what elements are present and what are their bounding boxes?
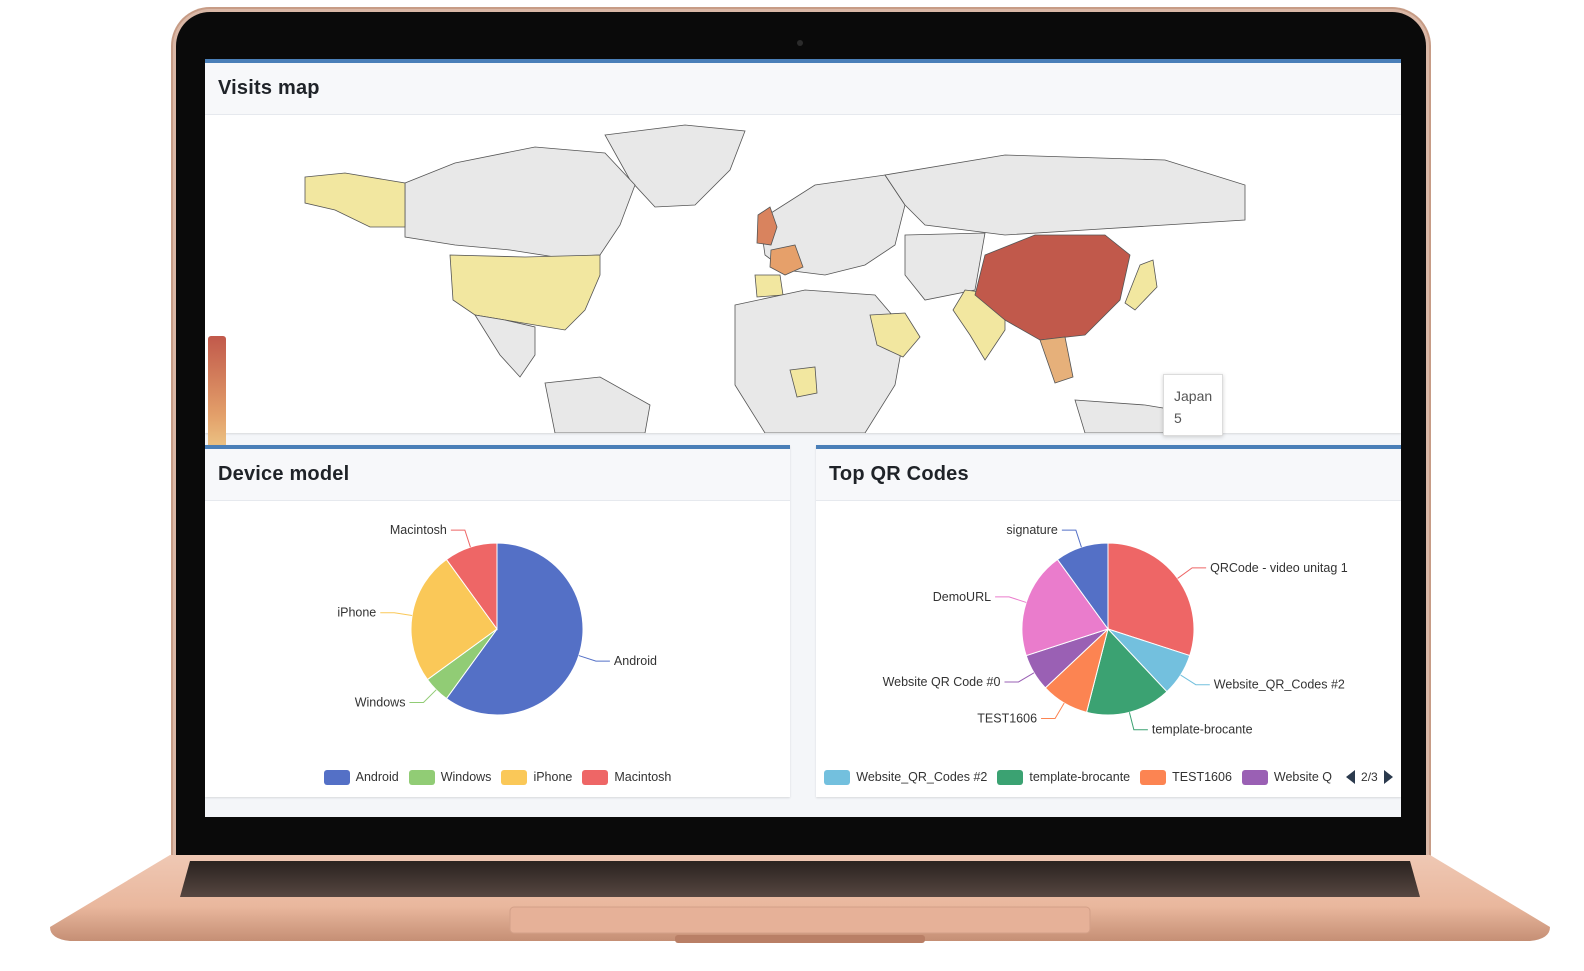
qr-label-template-brocante: template-brocante [1152,723,1253,737]
legend-label: iPhone [533,770,573,784]
map-region-central-asia [904,232,986,301]
legend-swatch [582,769,609,785]
map-region-alaska [304,172,406,228]
legend-label: Macintosh [614,770,672,784]
map-region-canada [404,146,636,258]
top-qr-codes-header: Top QR Codes [816,449,1401,501]
camera [797,40,803,46]
qr-label-test1606: TEST1606 [977,712,1037,726]
qr-leader-signature [1061,529,1082,548]
map-region-se-asia [1039,336,1074,384]
qr-legend-item-template-brocante[interactable]: template-brocante [997,769,1131,785]
map-region-spain [754,274,784,298]
legend-swatch [1241,769,1268,785]
device-model-panel: Device model Android Windows iPhone Macinto… [205,445,790,797]
tooltip-value: 5 [1174,410,1182,426]
map-region-russia [884,154,1246,236]
device-leader-iphone [380,612,413,617]
legend-label: Windows [440,770,492,784]
qr-label-demourl: DemoURL [933,590,991,604]
device-model-pie-chart: Android Windows iPhone Macintosh [337,523,657,716]
screen: Visits map Japan 5 Device model Android … [205,59,1401,817]
qr-label-website-qr-codes-2: Website_QR_Codes #2 [1214,678,1345,692]
top-qr-codes-legend: Website_QR_Codes #2 template-brocante TEST… [816,767,1401,787]
visits-map-header: Visits map [205,63,1401,115]
device-model-legend: Android Windows iPhone Macintosh [205,767,790,787]
legend-swatch [1140,769,1167,785]
world-map[interactable]: 5 Japan 5 [205,115,1401,486]
map-region-mexico [474,314,536,378]
legend-next-icon[interactable] [1383,770,1393,784]
qr-label-qrcode-video-unitag-1: QRCode - video unitag 1 [1210,561,1348,575]
qr-legend-item-test1606[interactable]: TEST1606 [1140,769,1232,785]
qr-leader-qrcode-video-unitag-1 [1177,567,1207,579]
legend-page-indicator: 2/3 [1361,770,1378,784]
top-qr-codes-panel: Top QR Codes QRCode - video unitag 1 Webs… [816,445,1401,797]
legend-swatch [997,769,1024,785]
legend-swatch [824,769,851,785]
legend-label: Website Q [1273,770,1333,784]
map-region-usa [449,254,601,331]
device-legend-item-iphone[interactable]: iPhone [501,769,573,785]
qr-label-website-qr-code-0: Website QR Code #0 [883,675,1001,689]
device-legend-item-windows[interactable]: Windows [408,769,492,785]
legend-pager: 2/3 [1346,770,1393,784]
device-label-android: Android [614,654,657,668]
map-tooltip: Japan 5 [1163,374,1223,436]
visits-map-title: Visits map [218,77,320,99]
top-qr-codes-pie-chart: QRCode - video unitag 1 Website_QR_Codes … [883,523,1348,737]
map-region-south-america [544,376,651,434]
device-legend-item-macintosh[interactable]: Macintosh [582,769,672,785]
legend-swatch [323,769,350,785]
device-label-iphone: iPhone [337,606,376,620]
qr-leader-website-qr-codes-2 [1180,674,1210,686]
qr-leader-template-brocante [1128,712,1148,731]
qr-leader-test1606 [1041,702,1065,720]
device-leader-windows [409,689,437,704]
visits-map-panel: Visits map Japan 5 [205,59,1401,486]
map-region-africa [734,289,906,434]
legend-label: template-brocante [1029,770,1131,784]
legend-prev-icon[interactable] [1346,770,1356,784]
device-label-windows: Windows [355,696,406,710]
device-label-macintosh: Macintosh [390,523,447,537]
legend-swatch [408,769,435,785]
device-model-header: Device model [205,449,790,501]
qr-leader-demourl [995,596,1027,603]
laptop-base [50,855,1550,947]
legend-label: Website_QR_Codes #2 [856,770,988,784]
qr-legend-item-website-q[interactable]: Website Q [1241,769,1333,785]
map-region-japan [1124,259,1158,311]
legend-label: Android [355,770,399,784]
legend-swatch [501,769,528,785]
tooltip-country: Japan [1174,388,1213,404]
device-leader-android [578,655,610,662]
device-model-title: Device model [218,463,350,485]
qr-label-signature: signature [1006,523,1057,537]
legend-label: TEST1606 [1172,770,1232,784]
top-qr-codes-title: Top QR Codes [829,463,969,485]
qr-leader-website-qr-code-0 [1004,672,1035,683]
device-leader-macintosh [450,529,471,548]
qr-legend-item-website-qr-codes-2[interactable]: Website_QR_Codes #2 [824,769,988,785]
device-legend-item-android[interactable]: Android [323,769,399,785]
